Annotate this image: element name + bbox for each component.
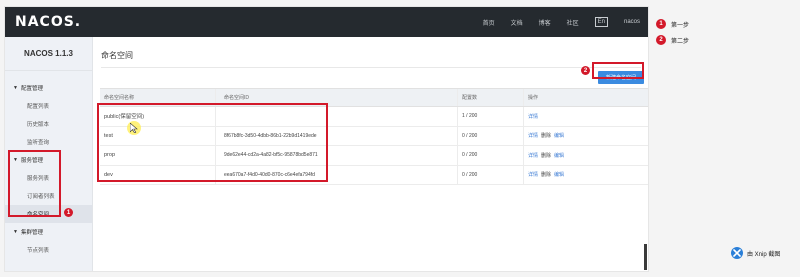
annotation-badge-1: 1 (64, 208, 73, 217)
watermark-text: 由 Xnip 截图 (747, 251, 781, 258)
edit-link[interactable]: 编辑 (554, 171, 564, 178)
delete-link[interactable]: 删除 (541, 132, 551, 139)
sidebar-group-config[interactable]: ▼ 配置管理 (5, 79, 92, 97)
step-label: 第二步 (671, 38, 690, 45)
annotation-box-new-button (592, 62, 644, 79)
step-number-badge: 2 (656, 35, 666, 45)
version-label: NACOS 1.1.3 (5, 37, 92, 71)
user-menu[interactable]: nacos (624, 19, 640, 25)
delete-link[interactable]: 删除 (541, 171, 551, 178)
column-header-name: 命名空间名称 (104, 95, 135, 101)
sidebar-item-history[interactable]: 历史版本 (5, 115, 92, 133)
edit-link[interactable]: 编辑 (554, 152, 564, 159)
row-actions: 详情 删除 编辑 (523, 126, 648, 145)
nacos-logo[interactable]: NACOS. (15, 14, 81, 30)
screenshot-frame: NACOS. 首页 文档 博客 社区 En nacos NACOS 1.1.3 … (0, 0, 800, 277)
row-actions: 详情 (523, 107, 648, 126)
sidebar-item-listener[interactable]: 监听查询 (5, 133, 92, 151)
delete-link[interactable]: 删除 (541, 152, 551, 159)
step-label: 第一步 (671, 22, 690, 29)
nav-docs[interactable]: 文档 (511, 18, 523, 27)
page-title: 命名空间 (101, 51, 133, 60)
detail-link[interactable]: 详情 (528, 152, 538, 159)
row-actions: 详情 删除 编辑 (523, 146, 648, 165)
xnip-logo-icon (731, 247, 743, 259)
xnip-watermark: 由 Xnip 截图 (731, 247, 780, 259)
nav-home[interactable]: 首页 (483, 18, 495, 27)
top-navbar: NACOS. 首页 文档 博客 社区 En nacos (5, 7, 648, 37)
scrollbar-thumb[interactable] (644, 244, 647, 270)
caret-down-icon: ▼ (13, 85, 18, 91)
edit-link[interactable]: 编辑 (554, 132, 564, 139)
config-count: 0 / 200 (457, 146, 523, 165)
title-divider (101, 67, 641, 68)
legend-step-2: 2 第二步 (656, 32, 689, 48)
nav-community[interactable]: 社区 (567, 18, 579, 27)
detail-link[interactable]: 详情 (528, 113, 538, 120)
column-header-actions: 操作 (523, 89, 648, 106)
sidebar-group-label: 集群管理 (20, 230, 43, 236)
steps-legend: 1 第一步 2 第二步 (656, 16, 689, 48)
top-nav-links: 首页 文档 博客 社区 En nacos (483, 7, 640, 37)
sidebar-group-cluster[interactable]: ▼ 集群管理 (5, 223, 92, 241)
annotation-box-sidebar-service (8, 150, 61, 217)
step-number-badge: 1 (656, 19, 666, 29)
detail-link[interactable]: 详情 (528, 171, 538, 178)
caret-down-icon: ▼ (13, 229, 18, 235)
legend-step-1: 1 第一步 (656, 16, 689, 32)
column-header-count: 配置数 (457, 89, 523, 106)
config-count: 0 / 200 (457, 165, 523, 184)
detail-link[interactable]: 详情 (528, 132, 538, 139)
sidebar-item-config-list[interactable]: 配置列表 (5, 97, 92, 115)
annotation-badge-2: 2 (581, 66, 590, 75)
config-count: 1 / 200 (457, 107, 523, 126)
nav-blog[interactable]: 博客 (539, 18, 551, 27)
sidebar-item-nodes[interactable]: 节点列表 (5, 241, 92, 259)
annotation-box-namespace-rows (97, 103, 328, 182)
config-count: 0 / 200 (457, 126, 523, 145)
sidebar-group-label: 配置管理 (20, 86, 43, 92)
row-actions: 详情 删除 编辑 (523, 165, 648, 184)
language-switch[interactable]: En (594, 17, 608, 27)
